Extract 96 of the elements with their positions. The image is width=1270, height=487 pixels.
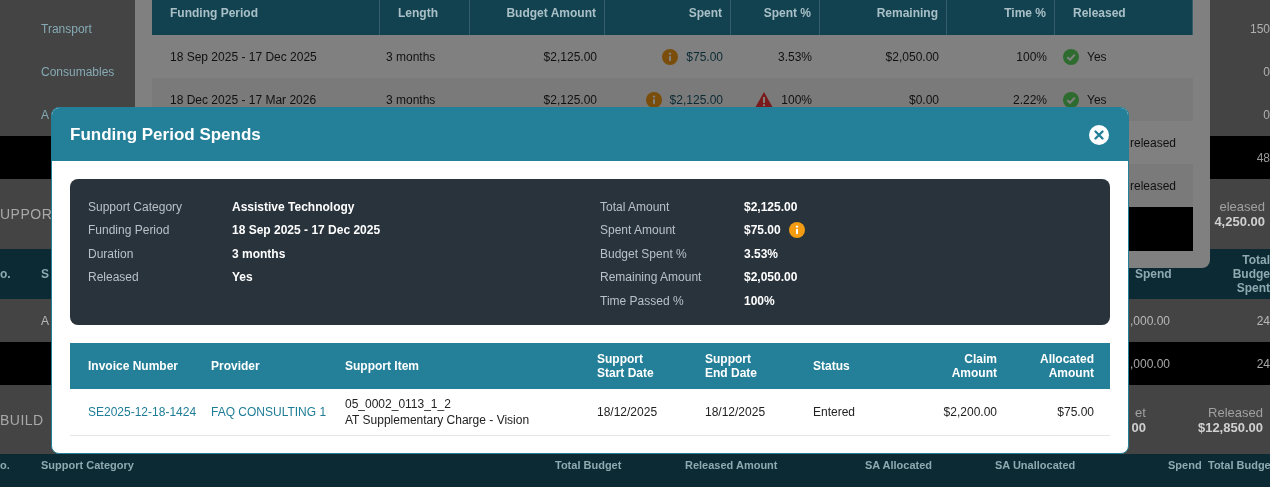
- table-cell: Entered: [813, 405, 856, 419]
- table-cell: released: [1130, 135, 1177, 150]
- budget-value: 00: [1131, 419, 1146, 435]
- section-heading: UPPOR: [0, 206, 53, 222]
- column-header: Length: [380, 0, 470, 35]
- column-header: Total Budget: [555, 459, 622, 471]
- column-header: Support Category: [41, 459, 134, 471]
- table-cell: Yes: [1087, 92, 1107, 107]
- detail-label: Funding Period: [88, 223, 171, 238]
- table-cell: Yes: [1087, 49, 1107, 64]
- column-header: Total Budge Spent: [1231, 253, 1270, 295]
- table-cell: released: [1130, 178, 1177, 193]
- column-header: Allocated Amount: [1039, 352, 1094, 380]
- invoice-link[interactable]: SE2025-12-18-1424: [88, 405, 197, 419]
- detail-label: Released: [88, 270, 140, 285]
- table-cell: $0.00: [908, 92, 939, 107]
- table-cell: 100%: [781, 92, 812, 107]
- detail-label: Duration: [88, 246, 135, 261]
- section-heading: BUILD: [0, 411, 44, 428]
- category-label: A: [41, 107, 49, 122]
- detail-value: $2,125.00: [744, 199, 798, 214]
- column-header: Invoice Number: [88, 359, 179, 373]
- detail-value: $2,050.00: [744, 270, 798, 285]
- released-value: $12,850.00: [1197, 419, 1263, 435]
- released-label: eleased: [1219, 199, 1265, 214]
- table-cell: 2.22%: [1012, 92, 1047, 107]
- table-cell: $2,125.00: [543, 49, 597, 64]
- detail-label: Spent Amount: [600, 223, 677, 238]
- table-cell: 3 months: [386, 92, 436, 107]
- table-cell: 24: [1256, 313, 1270, 328]
- percent-value: 0: [1263, 64, 1270, 79]
- category-label: Consumables: [41, 64, 115, 79]
- column-header: Funding Period: [152, 0, 380, 35]
- column-header: Support Item: [345, 359, 419, 373]
- column-header: Support Start Date: [597, 352, 655, 380]
- spent-link[interactable]: $75.00: [686, 49, 723, 64]
- table-cell: 24: [1256, 356, 1270, 371]
- category-label: Transport: [41, 21, 92, 36]
- info-icon[interactable]: [788, 222, 805, 239]
- column-header: o.: [0, 267, 11, 281]
- table-cell-text: 05_0002_0113_1_2: [345, 397, 452, 411]
- detail-value: 3.53%: [744, 246, 779, 261]
- column-header: S: [41, 267, 49, 281]
- column-header: o.: [0, 459, 10, 471]
- released-label: Released: [1208, 404, 1263, 420]
- detail-value: $75.00: [744, 223, 781, 238]
- column-header: SA Allocated: [865, 459, 933, 471]
- table-cell: AT Supplementary Charge - Vision: [345, 413, 530, 427]
- detail-label: Budget Spent %: [600, 246, 688, 261]
- budget-label: et: [1135, 404, 1146, 420]
- released-value: 4,250.00: [1214, 214, 1265, 229]
- detail-label: Time Passed %: [600, 293, 685, 308]
- detail-value: 3 months: [232, 246, 286, 261]
- table-cell: 100%: [1016, 49, 1047, 64]
- column-header: Claim Amount: [950, 352, 997, 380]
- close-button[interactable]: [1089, 124, 1109, 145]
- column-header: Spend: [1168, 459, 1202, 471]
- table-cell: 3 months: [386, 49, 436, 64]
- column-header: Spent %: [731, 0, 820, 35]
- detail-value: Assistive Technology: [232, 199, 355, 214]
- column-header: Status: [813, 359, 850, 373]
- detail-value: 18 Sep 2025 - 17 Dec 2025: [232, 223, 381, 238]
- spent-link[interactable]: $2,125.00: [669, 92, 723, 107]
- column-header: Time %: [947, 0, 1055, 35]
- column-header: Spent: [605, 0, 731, 35]
- table-cell: A: [41, 313, 49, 328]
- column-header: Budget Amount: [470, 0, 605, 35]
- table-cell: $75.00: [1057, 405, 1094, 419]
- column-header: Released: [1055, 0, 1193, 35]
- detail-label: Support Category: [88, 199, 184, 214]
- percent-value: 48: [1256, 150, 1270, 165]
- detail-value: 100%: [744, 293, 775, 308]
- table-cell: $2,125.00: [543, 92, 597, 107]
- table-cell: 18/12/2025: [705, 405, 766, 419]
- column-header: Total Budge: [1208, 459, 1270, 471]
- table-cell: ,000.00: [1130, 356, 1171, 371]
- detail-label: Remaining Amount: [600, 270, 703, 285]
- percent-value: 0: [1263, 107, 1270, 122]
- column-header: Provider: [211, 359, 260, 373]
- table-cell: 3.53%: [777, 49, 812, 64]
- table-cell: $2,200.00: [943, 405, 997, 419]
- percent-value: 150: [1249, 21, 1270, 36]
- table-cell: 18 Dec 2025 - 17 Mar 2026: [170, 92, 317, 107]
- table-cell: ,000.00: [1130, 313, 1171, 328]
- detail-value: Yes: [232, 270, 253, 285]
- column-header: SA Unallocated: [995, 459, 1076, 471]
- table-cell: 18 Sep 2025 - 17 Dec 2025: [170, 49, 317, 64]
- table-cell: $2,050.00: [885, 49, 939, 64]
- column-header: Support End Date: [705, 352, 758, 380]
- column-header: Remaining: [820, 0, 947, 35]
- dialog-title: Funding Period Spends: [70, 124, 261, 145]
- table-cell: 18/12/2025: [597, 405, 658, 419]
- provider-link[interactable]: FAQ CONSULTING 1: [211, 405, 327, 419]
- column-header: Spend: [1135, 267, 1172, 281]
- column-header: Released Amount: [685, 459, 778, 471]
- detail-label: Total Amount: [600, 199, 671, 214]
